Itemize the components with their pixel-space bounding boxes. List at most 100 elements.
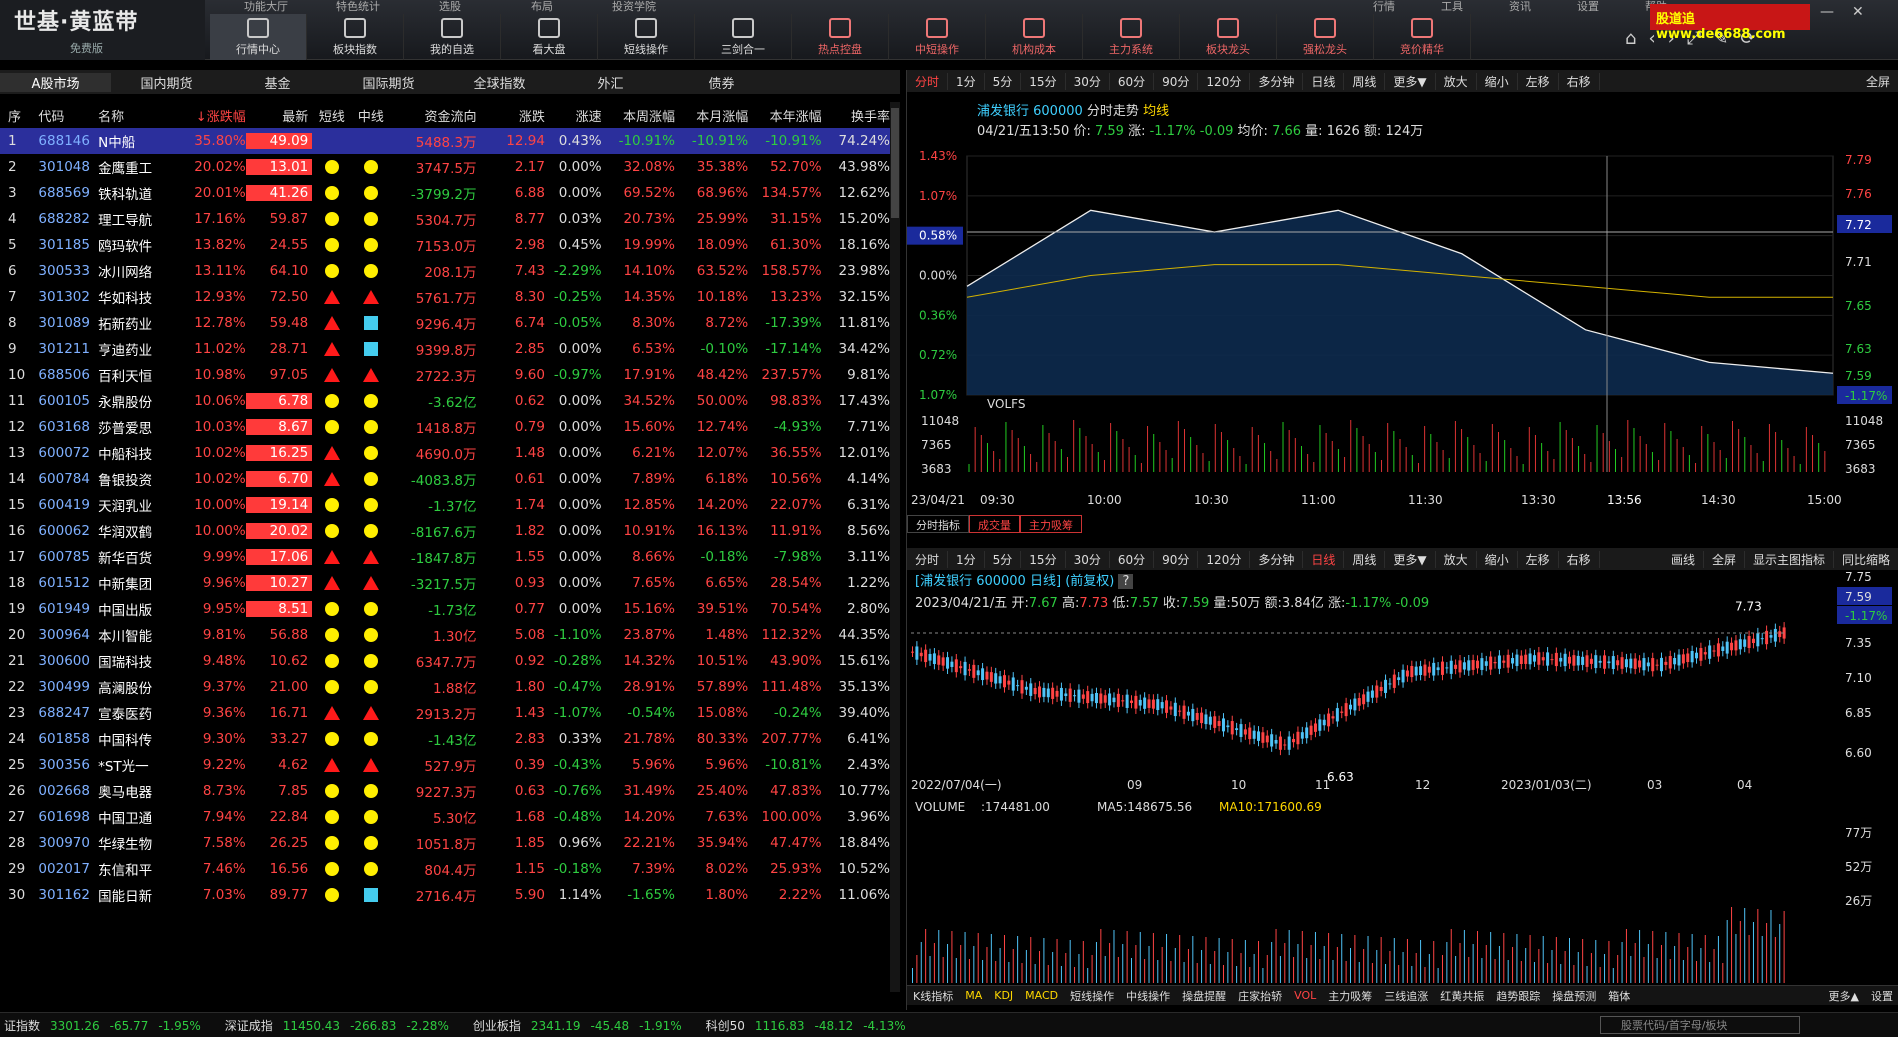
column-header[interactable]: 本周涨幅 [602,106,675,125]
table-row[interactable]: 3 688569 铁科轨道 20.01% 41.26 -3799.2万 6.88 0.00% 6… [0,180,890,206]
scrollbar[interactable] [890,102,900,992]
close-icon[interactable]: ✕ [1852,4,1864,20]
table-row[interactable]: 2 301048 金鹰重工 20.02% 13.01 3747.5万 2.17 0.00% 32… [0,154,890,180]
table-row[interactable]: 27 601698 中国卫通 7.94% 22.84 5.30亿 1.68 -0.48% 14.… [0,804,890,830]
menu-item[interactable]: 行情 [1350,0,1418,14]
column-header[interactable]: 涨跌 [477,106,545,125]
indicator-tab[interactable]: 设置 [1865,988,1898,1004]
table-row[interactable]: 13 600072 中船科技 10.02% 16.25 4690.0万 1.48 0.00% 6… [0,440,890,466]
column-header[interactable]: 代码 [33,106,96,125]
column-header[interactable]: 序 [0,106,33,125]
table-row[interactable]: 16 600062 华润双鹤 10.00% 20.02 -8167.6万 1.82 0.00%… [0,518,890,544]
toolbar-button[interactable]: 看大盘 [501,14,598,60]
indicator-tab[interactable]: 主力吸筹 [1322,988,1378,1004]
table-row[interactable]: 5 301185 鸥玛软件 13.82% 24.55 7153.0万 2.98 0.45% 19… [0,232,890,258]
table-row[interactable]: 29 002017 东信和平 7.46% 16.56 804.4万 1.15 -0.18% 7.… [0,856,890,882]
market-tab[interactable]: 债券 [666,73,777,92]
indicator-tab[interactable]: KDJ [988,989,1019,1002]
menu-item[interactable]: 功能大厅 [220,0,312,14]
column-header[interactable]: 名称 [96,106,179,125]
column-header[interactable]: 换手率 [822,106,890,125]
table-row[interactable]: 24 601858 中国科传 9.30% 33.27 -1.43亿 2.83 0.33% 21.… [0,726,890,752]
indicator-tab[interactable]: MA [959,989,988,1002]
scrollbar-thumb[interactable] [891,108,899,218]
indicator-tab[interactable]: 操盘提醒 [1176,988,1232,1004]
index-quote[interactable]: 证指数 3301.26 -65.77 -1.95% [0,1017,201,1034]
indicator-tab[interactable]: 分时指标 [907,515,969,533]
toolbar-button[interactable]: 中短操作 [889,14,986,60]
column-header[interactable]: 短线 [312,106,351,125]
table-row[interactable]: 22 300499 高澜股份 9.37% 21.00 1.88亿 1.80 -0.47% 28.… [0,674,890,700]
toolbar-button[interactable]: 行情中心 [210,14,307,60]
index-quote[interactable]: 科创50 1116.83 -48.12 -4.13% [696,1017,906,1034]
home-icon[interactable]: ⌂ [1625,28,1636,49]
indicator-tab[interactable]: 箱体 [1602,988,1636,1004]
toolbar-button[interactable]: 短线操作 [598,14,695,60]
table-row[interactable]: 14 600784 鲁银投资 10.02% 6.70 -4083.8万 0.61 0.00% 7… [0,466,890,492]
menu-item[interactable]: 布局 [496,0,588,14]
indicator-tab[interactable]: 更多▲ [1823,988,1865,1004]
toolbar-button[interactable]: 机构成本 [986,14,1083,60]
toolbar-button[interactable]: 主力系统 [1083,14,1180,60]
indicator-tab[interactable]: VOL [1288,989,1322,1002]
indicator-tab[interactable]: 主力吸筹 [1020,515,1082,533]
table-row[interactable]: 30 301162 国能日新 7.03% 89.77 2716.4万 5.90 1.14% -1… [0,882,890,908]
column-header[interactable]: 本年涨幅 [748,106,822,125]
index-quote[interactable]: 深证成指 11450.43 -266.83 -2.28% [215,1017,449,1034]
indicator-tab[interactable]: K线指标 [907,988,959,1004]
table-row[interactable]: 6 300533 冰川网络 13.11% 64.10 208.1万 7.43 -2.29% 14… [0,258,890,284]
column-header[interactable]: 资金流向 [390,106,477,125]
indicator-tab[interactable]: MACD [1019,989,1064,1002]
table-row[interactable]: 23 688247 宣泰医药 9.36% 16.71 2913.2万 1.43 -1.07% -… [0,700,890,726]
table-row[interactable]: 12 603168 莎普爱思 10.03% 8.67 1418.8万 0.79 0.00% 15… [0,414,890,440]
table-row[interactable]: 19 601949 中国出版 9.95% 8.51 -1.73亿 0.77 0.00% 15.1… [0,596,890,622]
column-header[interactable]: 涨速 [545,106,602,125]
table-row[interactable]: 25 300356 *ST光一 9.22% 4.62 527.9万 0.39 -0.43% 5.… [0,752,890,778]
toolbar-button[interactable]: 三剑合一 [695,14,792,60]
intraday-chart[interactable]: 1.43% 1.07% 0.58% 0.00% 0.36% 0.72% 1.07% 7.79 7… [907,70,1898,515]
market-tab[interactable]: 国内期货 [111,73,222,92]
table-row[interactable]: 26 002668 奥马电器 8.73% 7.85 9227.3万 0.63 -0.76% 31… [0,778,890,804]
indicator-tab[interactable]: 庄家抬轿 [1232,988,1288,1004]
market-tab[interactable]: A股市场 [0,72,111,92]
menu-item[interactable]: 选股 [404,0,496,14]
indicator-tab[interactable]: 中线操作 [1120,988,1176,1004]
indicator-tab[interactable]: 成交量 [969,515,1020,533]
indicator-tab[interactable]: 操盘预测 [1546,988,1602,1004]
table-row[interactable]: 4 688282 理工导航 17.16% 59.87 5304.7万 8.77 0.03% 20… [0,206,890,232]
toolbar-button[interactable]: 板块龙头 [1180,14,1277,60]
daily-kline-chart[interactable]: 7.73 6.63 7.75 7.59 -1.17% 7.35 7.10 6.85 6.60 20… [907,565,1898,985]
table-row[interactable]: 18 601512 中新集团 9.96% 10.27 -3217.5万 0.93 0.00% 7… [0,570,890,596]
market-tab[interactable]: 全球指数 [444,73,555,92]
table-row[interactable]: 17 600785 新华百货 9.99% 17.06 -1847.8万 1.55 0.00% 8… [0,544,890,570]
table-row[interactable]: 9 301211 亨迪药业 11.02% 28.71 9399.8万 2.85 0.00% 6.… [0,336,890,362]
indicator-tab[interactable]: 短线操作 [1064,988,1120,1004]
table-row[interactable]: 8 301089 拓新药业 12.78% 59.48 9296.4万 6.74 -0.05% 8… [0,310,890,336]
column-header[interactable]: ↓涨跌幅 [179,106,246,125]
column-header[interactable]: 中线 [351,106,390,125]
back-icon[interactable]: ‹ [1648,28,1655,49]
menu-item[interactable]: 工具 [1418,0,1486,14]
table-row[interactable]: 20 300964 本川智能 9.81% 56.88 1.30亿 5.08 -1.10% 23.… [0,622,890,648]
market-tab[interactable]: 基金 [222,73,333,92]
table-row[interactable]: 11 600105 永鼎股份 10.06% 6.78 -3.62亿 0.62 0.00% 34.… [0,388,890,414]
menu-item[interactable]: 投资学院 [588,0,680,14]
search-input[interactable]: 股票代码/首字母/板块 [1600,1016,1800,1034]
toolbar-button[interactable]: 我的自选 [404,14,501,60]
table-row[interactable]: 1 688146 N中船 35.80% 49.09 5488.3万 12.94 0.43% -1… [0,128,890,154]
minimize-icon[interactable]: — [1820,4,1834,20]
market-tab[interactable]: 国际期货 [333,73,444,92]
indicator-tab[interactable]: 趋势跟踪 [1490,988,1546,1004]
index-quote[interactable]: 创业板指 2341.19 -45.48 -1.91% [463,1017,682,1034]
column-header[interactable]: 最新 [246,106,313,125]
toolbar-button[interactable]: 板块指数 [307,14,404,60]
table-row[interactable]: 28 300970 华绿生物 7.58% 26.25 1051.8万 1.85 0.96% 22… [0,830,890,856]
toolbar-button[interactable]: 竞价精华 [1374,14,1471,60]
market-tab[interactable]: 外汇 [555,73,666,92]
toolbar-button[interactable]: 强松龙头 [1277,14,1374,60]
column-header[interactable]: 本月涨幅 [675,106,748,125]
menu-item[interactable]: 资讯 [1486,0,1554,14]
ad-banner[interactable]: 股道追 www.de6688.com [1650,4,1810,42]
table-row[interactable]: 21 300600 国瑞科技 9.48% 10.62 6347.7万 0.92 -0.28% 1… [0,648,890,674]
menu-item[interactable]: 特色统计 [312,0,404,14]
